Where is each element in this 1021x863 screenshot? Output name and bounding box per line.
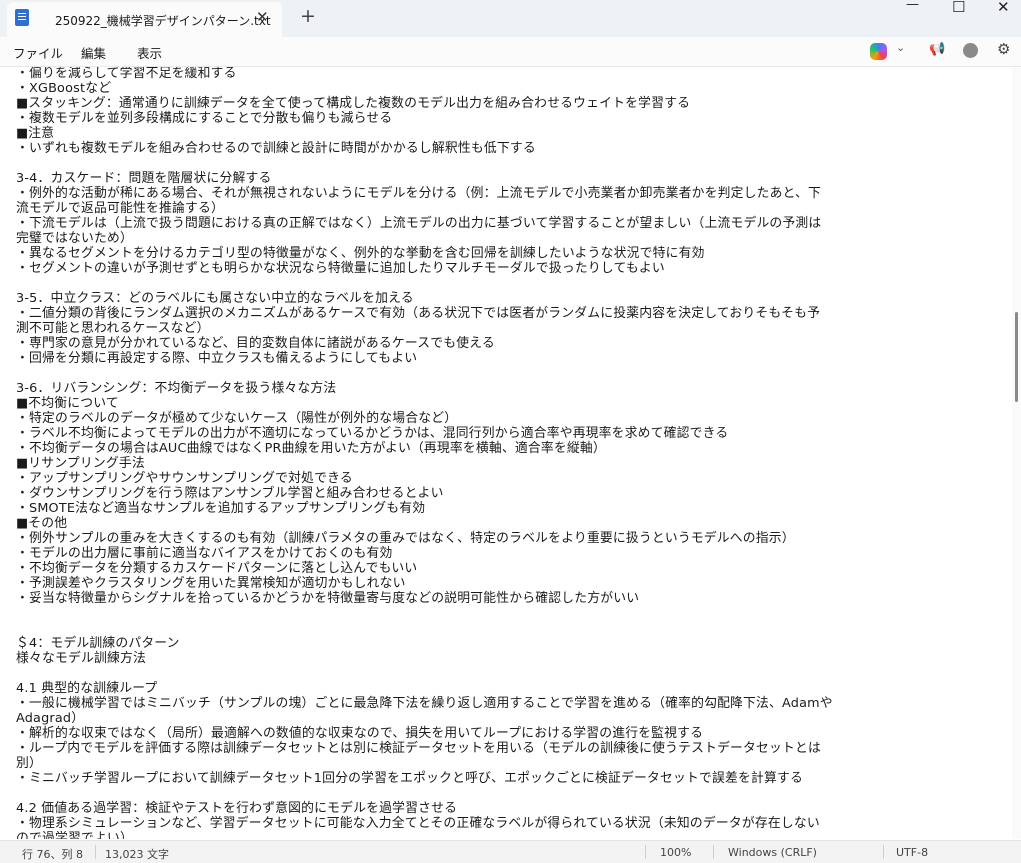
minimize-button[interactable]: — xyxy=(906,0,919,12)
menu-bar: ファイル 編集 表示 ⌄ 📢 ⚙ xyxy=(0,37,1021,67)
account-icon[interactable] xyxy=(963,43,978,58)
text-line: 3-4．カスケード：問題を階層状に分解する xyxy=(16,171,272,186)
text-line: ・アップサンプリングやサウンサンプリングで対処できる xyxy=(16,471,353,486)
text-line: ＄4：モデル訓練のパターン xyxy=(16,636,180,651)
text-line xyxy=(16,366,833,381)
text-line xyxy=(16,786,833,801)
text-line: ・解析的な収束ではなく（局所）最適解への数値的な収束なので、損失を用いてループに… xyxy=(16,726,704,741)
text-line: ・偏りを減らして学習不足を緩和する xyxy=(16,67,237,81)
status-divider xyxy=(713,845,714,859)
copilot-icon[interactable] xyxy=(870,43,887,60)
text-line: 3-5．中立クラス：どのラベルにも属さない中立的なラベルを加える xyxy=(16,291,414,306)
text-line xyxy=(16,606,833,621)
text-line: ので過学習でよい） xyxy=(16,831,133,839)
status-divider xyxy=(645,845,646,859)
menu-file[interactable]: ファイル xyxy=(13,43,63,62)
text-line: ■スタッキング：通常通りに訓練データを全て使って構成した複数のモデル出力を組み合… xyxy=(16,96,691,111)
text-line: 4.2 価値ある過学習：検証やテストを行わず意図的にモデルを過学習させる xyxy=(16,801,458,816)
text-line: ・予測誤差やクラスタリングを用いた異常検知が適切かもしれない xyxy=(16,576,406,591)
text-line: ・二値分類の背後にランダム選択のメカニズムがあるケースで有効（ある状況下では医者… xyxy=(16,306,821,321)
tab-title[interactable]: 250922_機械学習デザインパターン.txt xyxy=(55,12,271,29)
text-line: 3-6．リバランシング：不均衡データを扱う様々な方法 xyxy=(16,381,337,396)
megaphone-icon[interactable]: 📢 xyxy=(929,42,945,57)
menu-edit[interactable]: 編集 xyxy=(81,43,106,62)
text-line: ・例外的な活動が稀にある場合、それが無視されないようにモデルを分ける（例：上流モ… xyxy=(16,186,822,201)
text-line: 様々なモデル訓練方法 xyxy=(16,651,146,666)
status-divider xyxy=(95,845,96,859)
text-line: ・例外サンプルの重みを大きくするのも有効（訓練パラメタの重みではなく、特定のラベ… xyxy=(16,531,795,546)
text-line: ・SMOTE法など適当なサンプルを追加するアップサンプリングも有効 xyxy=(16,501,426,516)
text-line xyxy=(16,621,833,636)
text-line: ・特定のラベルのデータが極めて少ないケース（陽性が例外的な場合など） xyxy=(16,411,458,426)
menu-view[interactable]: 表示 xyxy=(137,43,162,62)
text-line: ・回帰を分類に再設定する際、中立クラスも備えるようにしてもよい xyxy=(16,351,418,366)
encoding[interactable]: UTF-8 xyxy=(896,846,928,859)
text-line: ・不均衡データの場合はAUC曲線ではなくPR曲線を用いた方がよい（再現率を横軸、… xyxy=(16,441,606,456)
text-line xyxy=(16,666,833,681)
text-line: ・いずれも複数モデルを組み合わせるので訓練と設計に時間がかかるし解釈性も低下する xyxy=(16,141,536,156)
text-line: ■注意 xyxy=(16,126,55,141)
text-line: ・妥当な特徴量からシグナルを拾っているかどうかを特徴量寄与度などの説明可能性から… xyxy=(16,591,640,606)
maximize-button[interactable]: ☐ xyxy=(952,0,965,16)
vertical-scrollbar[interactable] xyxy=(1012,67,1021,839)
line-ending[interactable]: Windows (CRLF) xyxy=(728,846,817,859)
text-editor[interactable]: ・偏りを減らして学習不足を緩和する ・XGBoostなど ■スタッキング：通常通りに… xyxy=(0,67,1010,839)
text-line: ・ダウンサンプリングを行う際はアンサンブル学習と組み合わせるとよい xyxy=(16,486,444,501)
character-count: 13,023 文字 xyxy=(105,848,169,861)
text-line: ・ミニバッチ学習ループにおいて訓練データセット1回分の学習をエポックと呼び、エポ… xyxy=(16,771,804,786)
text-line xyxy=(16,156,833,171)
text-line: 別） xyxy=(16,756,42,771)
text-line: ■その他 xyxy=(16,516,68,531)
new-tab-button[interactable]: + xyxy=(300,5,316,27)
cursor-position: 行 76、列 8 xyxy=(22,848,83,861)
status-divider xyxy=(883,845,884,859)
close-window-button[interactable]: ✕ xyxy=(997,0,1010,16)
text-line: ・複数モデルを並列多段構成にすることで分散も偏りも減らせる xyxy=(16,111,393,126)
tab-close-button[interactable]: ✕ xyxy=(256,8,269,26)
text-line: ・不均衡データを分類するカスケードパターンに落とし込んでもいい xyxy=(16,561,418,576)
text-line: ・モデルの出力層に事前に適当なバイアスをかけておくのも有効 xyxy=(16,546,393,561)
text-line: 完璧ではないため） xyxy=(16,231,133,246)
scroll-thumb[interactable] xyxy=(1015,312,1018,402)
text-line: ・異なるセグメントを分けるカテゴリ型の特徴量がなく、例外的な挙動を含む回帰を訓練… xyxy=(16,246,705,261)
title-bar: 250922_機械学習デザインパターン.txt ✕ + — ☐ ✕ xyxy=(0,0,1021,37)
document-tab[interactable]: 250922_機械学習デザインパターン.txt ✕ xyxy=(7,2,282,37)
text-line: ・セグメントの違いが予測せずとも明らかな状況なら特徴量に追加したりマルチモーダル… xyxy=(16,261,665,276)
notepad-icon xyxy=(15,9,29,26)
text-line xyxy=(16,276,833,291)
text-line: 4.1 典型的な訓練ループ xyxy=(16,681,158,696)
text-line: ・物理系シミュレーションなど、学習データセットに可能な入力全てとその正確なラベル… xyxy=(16,816,820,831)
text-line: ・下流モデルは（上流で扱う問題における真の正解ではなく）上流モデルの出力に基づい… xyxy=(16,216,822,231)
text-line: 流モデルで返品可能性を推論する） xyxy=(16,201,224,216)
text-line: ・ラベル不均衡によってモデルの出力が不適切になっているかどうかは、混同行列から適… xyxy=(16,426,729,441)
text-line: ・XGBoostなど xyxy=(16,81,112,96)
text-lines: ・偏りを減らして学習不足を緩和する ・XGBoostなど ■スタッキング：通常通りに… xyxy=(16,67,833,839)
text-line: ・専門家の意見が分かれているなど、目的変数自体に諸説があるケースでも使える xyxy=(16,336,495,351)
settings-icon[interactable]: ⚙ xyxy=(997,40,1010,58)
status-bar: 行 76、列 8 13,023 文字 100% Windows (CRLF) U… xyxy=(0,840,1021,863)
chevron-down-icon[interactable]: ⌄ xyxy=(896,41,905,54)
text-line: ・一般に機械学習ではミニバッチ（サンプルの塊）ごとに最急降下法を繰り返し適用する… xyxy=(16,696,833,711)
text-line: Adagrad） xyxy=(16,711,85,726)
text-line: 測不可能と思われるケースなど） xyxy=(16,321,210,336)
zoom-level[interactable]: 100% xyxy=(660,846,691,859)
text-line: ■リサンプリング手法 xyxy=(16,456,145,471)
text-line: ・ループ内でモデルを評価する際は訓練データセットとは別に検証データセットを用いる… xyxy=(16,741,822,756)
text-line: ■不均衡について xyxy=(16,396,119,411)
